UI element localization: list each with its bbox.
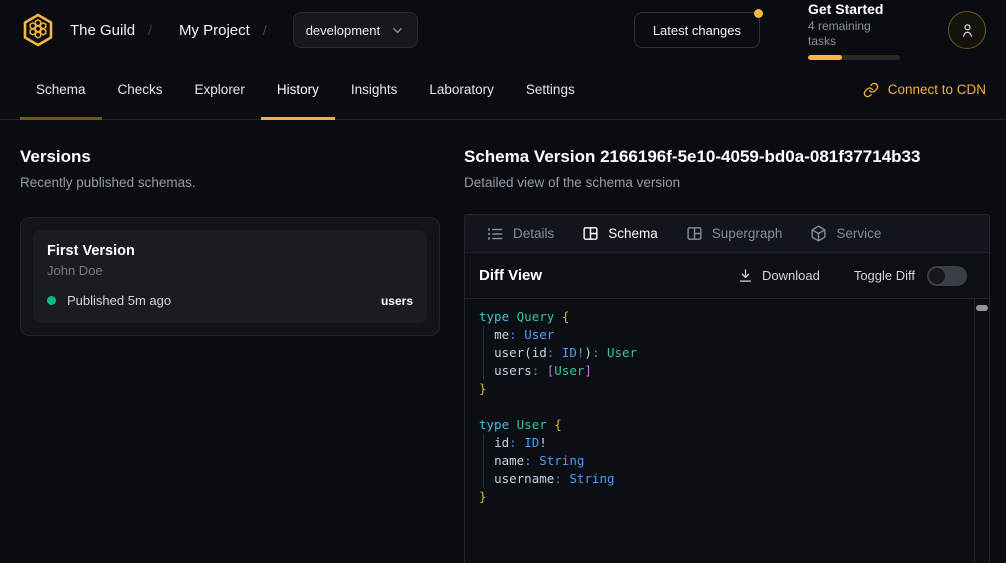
code-scrollbar[interactable] bbox=[974, 299, 989, 563]
code-line: } bbox=[479, 380, 969, 398]
code-scrollbar-thumb[interactable] bbox=[976, 305, 988, 311]
hive-logo-icon[interactable] bbox=[20, 12, 56, 48]
target-select-value: development bbox=[306, 23, 380, 38]
panel-tab-strip: Details Schema Supergraph bbox=[465, 215, 989, 253]
toggle-diff-switch[interactable] bbox=[927, 266, 967, 286]
user-icon bbox=[959, 22, 976, 39]
panel-tab-schema[interactable]: Schema bbox=[582, 225, 658, 242]
sdl-code-viewer[interactable]: type Query { me: User user(id: ID!): Use… bbox=[465, 299, 989, 563]
panel-tab-details[interactable]: Details bbox=[486, 225, 554, 243]
version-title: First Version bbox=[47, 243, 413, 259]
list-icon bbox=[486, 225, 504, 243]
versions-title: Versions bbox=[20, 146, 440, 168]
version-status: Published 5m ago bbox=[67, 293, 171, 308]
tab-explorer[interactable]: Explorer bbox=[179, 60, 261, 119]
version-detail-column: Schema Version 2166196f-5e10-4059-bd0a-0… bbox=[464, 146, 990, 563]
download-label: Download bbox=[762, 268, 820, 283]
connect-to-cdn-link[interactable]: Connect to CDN bbox=[863, 60, 986, 119]
connect-to-cdn-label: Connect to CDN bbox=[888, 82, 986, 97]
toggle-knob bbox=[929, 268, 945, 284]
code-line: type User { bbox=[479, 416, 969, 434]
schema-version-subtitle: Detailed view of the schema version bbox=[464, 174, 990, 191]
schema-version-title: Schema Version 2166196f-5e10-4059-bd0a-0… bbox=[464, 146, 990, 168]
code-line: name: String bbox=[479, 452, 969, 470]
get-started-subtitle: 4 remaining tasks bbox=[808, 19, 900, 49]
link-icon bbox=[863, 82, 879, 98]
version-author: John Doe bbox=[47, 263, 413, 278]
panel-tab-label: Service bbox=[836, 226, 881, 241]
toggle-diff-control: Toggle Diff bbox=[854, 266, 967, 286]
panel-tab-label: Supergraph bbox=[712, 226, 783, 241]
latest-changes-button[interactable]: Latest changes bbox=[634, 12, 760, 48]
get-started-progress-fill bbox=[808, 55, 842, 60]
versions-subtitle: Recently published schemas. bbox=[20, 174, 440, 191]
chevron-down-icon bbox=[390, 23, 405, 38]
code-line: type Query { bbox=[479, 308, 969, 326]
download-button[interactable]: Download bbox=[738, 268, 820, 283]
app-window: The Guild / My Project / development Lat… bbox=[0, 0, 1006, 563]
breadcrumb-project[interactable]: My Project bbox=[179, 22, 250, 39]
columns-icon bbox=[582, 225, 599, 242]
code-line: username: String bbox=[479, 470, 969, 488]
user-avatar[interactable] bbox=[948, 11, 986, 49]
code-line bbox=[479, 398, 969, 416]
get-started-title: Get Started bbox=[808, 1, 900, 18]
notification-dot bbox=[754, 9, 763, 18]
code-block: type Query { me: User user(id: ID!): Use… bbox=[479, 308, 969, 506]
tab-checks[interactable]: Checks bbox=[102, 60, 179, 119]
download-icon bbox=[738, 268, 753, 283]
main-nav: Schema Checks Explorer History Insights … bbox=[0, 60, 1006, 120]
top-header: The Guild / My Project / development Lat… bbox=[0, 0, 1006, 60]
panel-tab-label: Details bbox=[513, 226, 554, 241]
published-dot-icon bbox=[47, 296, 56, 305]
code-line: user(id: ID!): User bbox=[479, 344, 969, 362]
breadcrumb-org[interactable]: The Guild bbox=[70, 22, 135, 39]
toggle-diff-label: Toggle Diff bbox=[854, 268, 915, 283]
code-line: users: [User] bbox=[479, 362, 969, 380]
code-line: id: ID! bbox=[479, 434, 969, 452]
content-area: Versions Recently published schemas. Fir… bbox=[0, 120, 1006, 563]
get-started-widget[interactable]: Get Started 4 remaining tasks bbox=[808, 1, 900, 60]
tab-schema[interactable]: Schema bbox=[20, 60, 102, 119]
tab-insights[interactable]: Insights bbox=[335, 60, 414, 119]
schema-version-panel: Details Schema Supergraph bbox=[464, 214, 990, 563]
breadcrumb-separator: / bbox=[148, 22, 152, 38]
diff-toolbar: Diff View Download Toggle Diff bbox=[465, 253, 989, 299]
version-service-badge: users bbox=[381, 294, 413, 308]
cube-icon bbox=[810, 225, 827, 242]
panel-tab-label: Schema bbox=[608, 226, 658, 241]
code-line: me: User bbox=[479, 326, 969, 344]
breadcrumb-separator: / bbox=[263, 22, 267, 38]
latest-changes-label: Latest changes bbox=[653, 23, 741, 38]
target-select[interactable]: development bbox=[293, 12, 418, 48]
code-line: } bbox=[479, 488, 969, 506]
tab-settings[interactable]: Settings bbox=[510, 60, 591, 119]
version-list-item[interactable]: First Version John Doe Published 5m ago … bbox=[33, 230, 427, 323]
get-started-progressbar bbox=[808, 55, 900, 60]
panel-tab-supergraph[interactable]: Supergraph bbox=[686, 225, 783, 242]
diff-view-title: Diff View bbox=[479, 267, 542, 284]
version-status-row: Published 5m ago users bbox=[47, 293, 413, 308]
versions-card: First Version John Doe Published 5m ago … bbox=[20, 217, 440, 336]
panel-tab-service[interactable]: Service bbox=[810, 225, 881, 242]
versions-column: Versions Recently published schemas. Fir… bbox=[20, 146, 440, 563]
tab-history[interactable]: History bbox=[261, 60, 335, 119]
columns-icon bbox=[686, 225, 703, 242]
tab-laboratory[interactable]: Laboratory bbox=[413, 60, 510, 119]
